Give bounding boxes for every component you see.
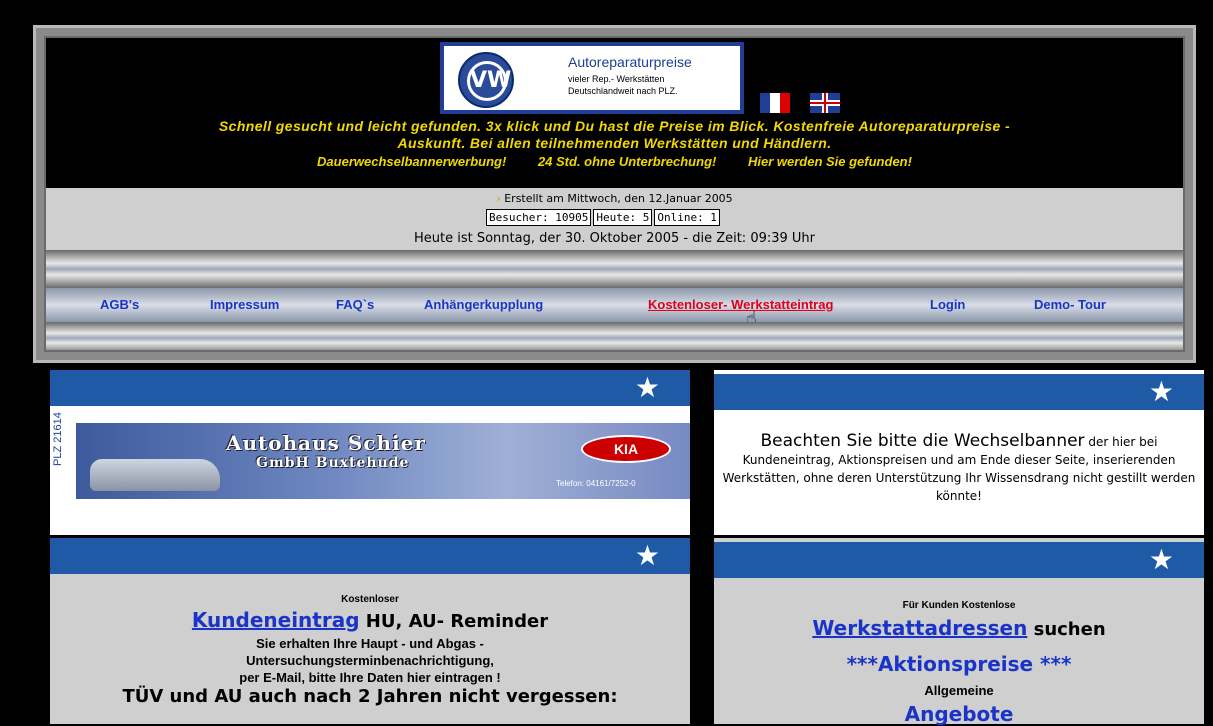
entry-line-3: per E-Mail, bitte Ihre Daten hier eintra… xyxy=(239,670,501,685)
uk-flag-icon[interactable] xyxy=(810,93,840,113)
nav-faq[interactable]: FAQ`s xyxy=(336,297,374,312)
dealer-banner[interactable]: Autohaus Schier GmbH Buxtehude KIA Telef… xyxy=(76,423,690,499)
nav-agb[interactable]: AGB's xyxy=(100,297,139,312)
decor-bar-bottom xyxy=(46,322,1183,350)
counter-today: Heute: 5 xyxy=(593,209,653,226)
header-inner: VW Autoreparaturpreise vieler Rep.- Werk… xyxy=(44,36,1185,352)
entry-headline: Kundeneintrag HU, AU- Reminder xyxy=(50,608,690,632)
slogan-part-3: Hier werden Sie gefunden! xyxy=(747,154,912,169)
entry-line-2: Untersuchungsterminbenachrichtigung, xyxy=(246,653,494,668)
car-image xyxy=(90,459,220,491)
nav-impressum[interactable]: Impressum xyxy=(210,297,279,312)
star-icon: ★ xyxy=(1148,375,1174,408)
banner-title: Autohaus Schier xyxy=(226,431,426,455)
entry-kicker: Kostenloser xyxy=(341,594,399,605)
tuv-reminder: TÜV und AU auch nach 2 Jahren nicht verg… xyxy=(122,686,618,707)
slogan-part-2: 24 Std. ohne Unterbrechung! xyxy=(537,154,717,169)
search-headline: Werkstattadressen suchen xyxy=(714,616,1204,640)
french-flag-icon[interactable] xyxy=(760,93,790,113)
today-datetime: Heute ist Sonntag, der 30. Oktober 2005 … xyxy=(413,231,816,246)
section-header: ★ xyxy=(714,374,1204,410)
main-nav: AGB's Impressum FAQ`s Anhängerkupplung K… xyxy=(46,288,1183,329)
logo-title: Autoreparaturpreise xyxy=(568,54,692,70)
section-header: ★ xyxy=(50,538,690,574)
site-logo[interactable]: VW Autoreparaturpreise vieler Rep.- Werk… xyxy=(440,42,744,114)
banner-notice: Beachten Sie bitte die Wechselbanner der… xyxy=(722,432,1196,505)
star-icon: ★ xyxy=(1148,543,1174,576)
werkstattadressen-link[interactable]: Werkstattadressen xyxy=(812,616,1027,640)
nav-anhaengerkupplung[interactable]: Anhängerkupplung xyxy=(424,297,543,312)
banner-subtitle: GmbH Buxtehude xyxy=(256,455,410,471)
reminder-text: HU, AU- Reminder xyxy=(359,611,549,632)
slogan-line-1: Schnell gesucht und leicht gefunden. 3x … xyxy=(218,118,1011,134)
vw-logo-icon: VW xyxy=(458,52,514,108)
counter-visitors: Besucher: 10905 xyxy=(486,209,592,226)
header-top: VW Autoreparaturpreise vieler Rep.- Werk… xyxy=(46,38,1183,188)
search-kicker: Für Kunden Kostenlose xyxy=(902,600,1016,611)
nav-demo-tour[interactable]: Demo- Tour xyxy=(1034,297,1106,312)
star-icon: ★ xyxy=(634,371,660,404)
nav-login[interactable]: Login xyxy=(930,297,965,312)
counter-online: Online: 1 xyxy=(654,209,720,226)
slogan-part-1: Dauerwechselbannerwerbung! xyxy=(317,154,507,169)
section-header: ★ xyxy=(50,370,690,406)
search-text: suchen xyxy=(1027,619,1106,640)
banner-phone: Telefon: 04161/7252-0 xyxy=(556,479,636,488)
customer-entry-panel: ★ Kostenloser Kundeneintrag HU, AU- Remi… xyxy=(50,538,690,724)
notice-panel: ★ Beachten Sie bitte die Wechselbanner d… xyxy=(714,370,1204,535)
created-date: › Erstellt am Mittwoch, den 12.Januar 20… xyxy=(496,192,733,205)
star-icon: ★ xyxy=(634,539,660,572)
plz-label: PLZ 21614 xyxy=(52,412,64,466)
header-frame: VW Autoreparaturpreise vieler Rep.- Werk… xyxy=(33,25,1196,363)
nav-werkstatteintrag[interactable]: Kostenloser- Werkstatteintrag xyxy=(648,297,833,312)
bullet-icon: › xyxy=(496,192,501,205)
slogan-line-2: Auskunft. Bei allen teilnehmenden Werkst… xyxy=(397,135,832,151)
logo-line-1: vieler Rep.- Werkstätten xyxy=(568,74,665,84)
notice-heading: Beachten Sie bitte die Wechselbanner xyxy=(760,431,1085,451)
entry-line-1: Sie erhalten Ihre Haupt - und Abgas - xyxy=(256,636,484,651)
angebote-link[interactable]: Angebote xyxy=(714,702,1204,726)
info-area: › Erstellt am Mittwoch, den 12.Januar 20… xyxy=(46,188,1183,250)
workshop-search-panel: ★ Für Kunden Kostenlose Werkstattadresse… xyxy=(714,538,1204,726)
visitor-counter: Besucher: 10905 Heute: 5 Online: 1 xyxy=(486,209,722,226)
decor-bar-top xyxy=(46,250,1183,288)
allgemeine-label: Allgemeine xyxy=(924,683,994,698)
aktionspreise-link[interactable]: ***Aktionspreise *** xyxy=(714,652,1204,676)
slogan-line-3: Dauerwechselbannerwerbung! 24 Std. ohne … xyxy=(46,154,1183,169)
kundeneintrag-link[interactable]: Kundeneintrag xyxy=(192,608,360,632)
banner-panel: ★ PLZ 21614 Autohaus Schier GmbH Buxtehu… xyxy=(50,370,690,535)
logo-line-2: Deutschlandweit nach PLZ. xyxy=(568,86,678,96)
section-header: ★ xyxy=(714,542,1204,578)
kia-logo: KIA xyxy=(581,435,671,463)
